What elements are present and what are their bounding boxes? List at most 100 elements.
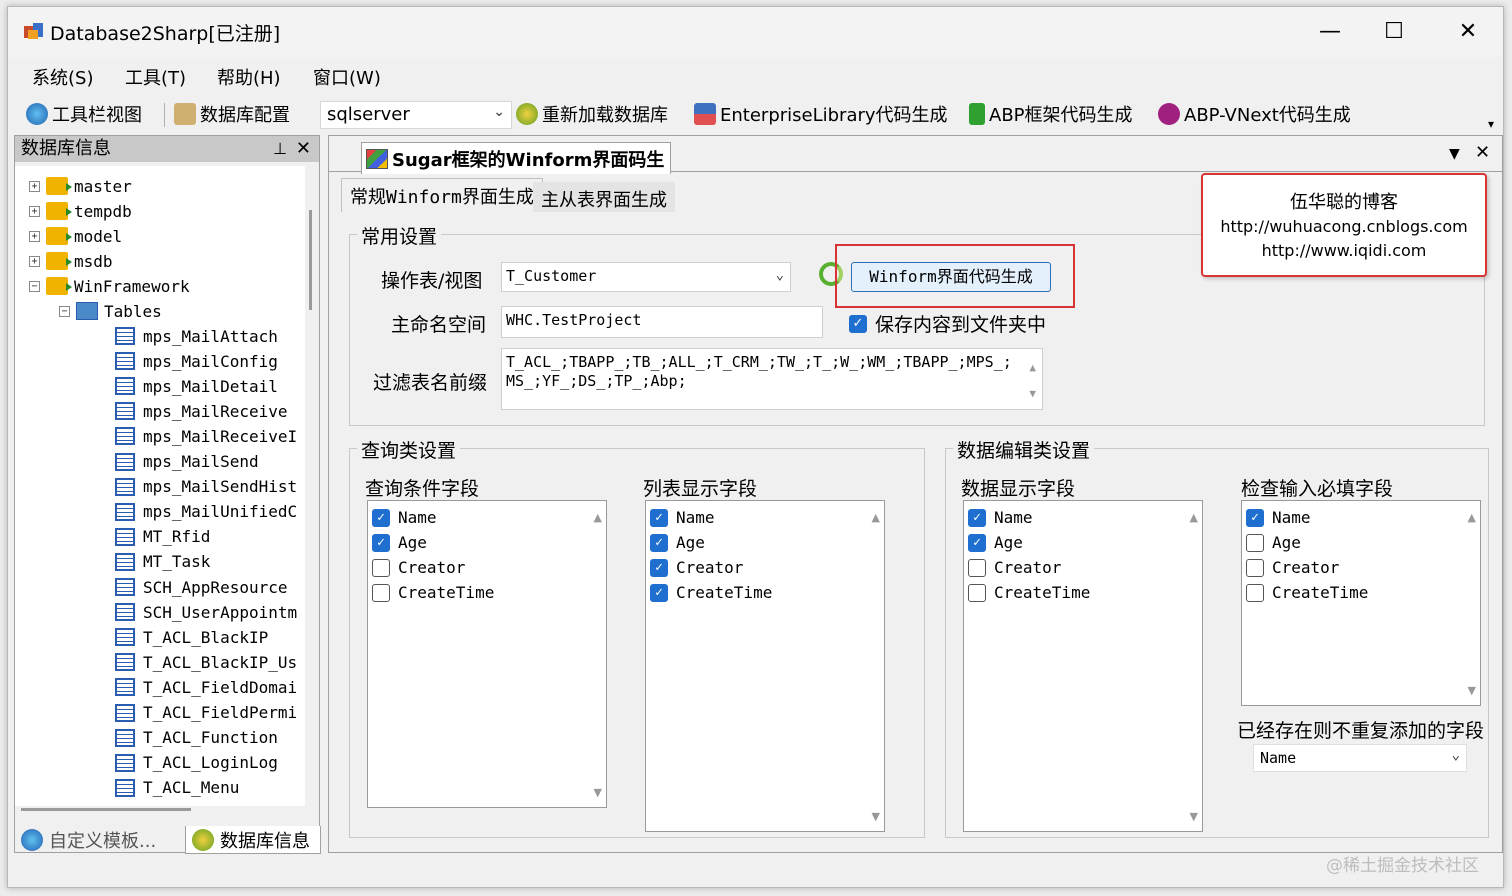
maximize-button[interactable]: ☐ bbox=[1374, 17, 1414, 47]
checkbox-checked-icon[interactable]: ✓ bbox=[650, 508, 668, 527]
db-tree[interactable]: + master + tempdb + model + msdb − WinFramewo… bbox=[15, 166, 305, 806]
field-checkbox-item[interactable]: ✓ Name bbox=[1246, 505, 1311, 530]
checkbox-unchecked-icon[interactable] bbox=[1246, 558, 1264, 577]
filter-prefix-textarea[interactable]: T_ACL_;TBAPP_;TB_;ALL_;T_CRM_;TW_;T_;W_;… bbox=[501, 348, 1043, 410]
tree-node-table[interactable]: SCH_UserAppointm bbox=[115, 600, 297, 624]
tree-node-db[interactable]: + msdb bbox=[29, 249, 113, 273]
reload-db-button[interactable]: 重新加载数据库 bbox=[516, 101, 668, 127]
scrollbar-thumb[interactable] bbox=[309, 210, 312, 310]
checkbox-unchecked-icon[interactable] bbox=[968, 558, 986, 577]
tree-node-table[interactable]: SCH_AppResource bbox=[115, 575, 288, 599]
tree-node-db[interactable]: + master bbox=[29, 174, 132, 198]
tree-node-db[interactable]: − WinFramework bbox=[29, 274, 190, 298]
tab-master-detail[interactable]: 主从表界面生成 bbox=[533, 182, 675, 212]
no-duplicate-select[interactable]: Name ⌄ bbox=[1253, 744, 1467, 772]
tree-node-table[interactable]: mps_MailReceive bbox=[115, 399, 288, 423]
checkbox-unchecked-icon[interactable] bbox=[372, 583, 390, 602]
checkbox-checked-icon[interactable]: ✓ bbox=[1246, 508, 1264, 527]
scroll-down-icon[interactable]: ▼ bbox=[594, 786, 602, 799]
condition-fields-list[interactable]: ▲ ▼ ✓ Name ✓ Age Creator CreateTime bbox=[367, 500, 607, 808]
checkbox-unchecked-icon[interactable] bbox=[372, 558, 390, 577]
close-document-icon[interactable]: ✕ bbox=[1475, 142, 1490, 163]
field-checkbox-item[interactable]: Creator bbox=[968, 555, 1061, 580]
tree-node-table[interactable]: mps_MailAttach bbox=[115, 324, 278, 348]
tree-horizontal-scrollbar[interactable] bbox=[21, 808, 191, 811]
field-checkbox-item[interactable]: CreateTime bbox=[1246, 580, 1368, 605]
textarea-scroll-icon[interactable]: ▲ ▼ bbox=[1029, 355, 1036, 407]
tab-normal-winform[interactable]: 常规Winform界面生成 bbox=[341, 178, 543, 212]
tree-node-table[interactable]: T_ACL_Function bbox=[115, 726, 278, 750]
save-to-folder-checkbox[interactable]: ✓ 保存内容到文件夹中 bbox=[849, 310, 1046, 337]
checkbox-checked-icon[interactable]: ✓ bbox=[372, 533, 390, 552]
tree-node-table[interactable]: mps_MailConfig bbox=[115, 349, 278, 373]
scroll-up-icon[interactable]: ▲ bbox=[872, 511, 880, 524]
scroll-up-icon[interactable]: ▲ bbox=[1190, 511, 1198, 524]
tree-node-table[interactable]: mps_MailDetail bbox=[115, 374, 278, 398]
menu-window[interactable]: 窗口(W) bbox=[313, 64, 381, 90]
menu-system[interactable]: 系统(S) bbox=[32, 64, 93, 90]
checkbox-checked-icon[interactable]: ✓ bbox=[968, 508, 986, 527]
tab-sugar-winform[interactable]: Sugar框架的Winform界面码生 bbox=[361, 142, 672, 174]
field-checkbox-item[interactable]: Creator bbox=[1246, 555, 1339, 580]
tab-list-dropdown-icon[interactable]: ▼ bbox=[1449, 146, 1460, 162]
display-fields-list[interactable]: ▲ ▼ ✓ Name ✓ Age Creator CreateTime bbox=[963, 500, 1203, 832]
tree-vertical-scrollbar[interactable] bbox=[305, 166, 317, 806]
scroll-down-icon[interactable]: ▼ bbox=[1468, 684, 1476, 697]
checkbox-unchecked-icon[interactable] bbox=[1246, 533, 1264, 552]
tree-node-table[interactable]: T_ACL_FieldDomai bbox=[115, 675, 297, 699]
close-panel-icon[interactable]: ✕ bbox=[296, 136, 311, 162]
scroll-up-icon[interactable]: ▲ bbox=[1468, 511, 1476, 524]
table-select[interactable]: T_Customer ⌄ bbox=[501, 262, 791, 292]
checkbox-checked-icon[interactable]: ✓ bbox=[650, 583, 668, 602]
field-checkbox-item[interactable]: ✓ Name bbox=[650, 505, 715, 530]
tree-node-db[interactable]: + tempdb bbox=[29, 199, 132, 223]
field-checkbox-item[interactable]: CreateTime bbox=[968, 580, 1090, 605]
tree-node-table[interactable]: T_ACL_FieldPermi bbox=[115, 701, 297, 725]
field-checkbox-item[interactable]: ✓ CreateTime bbox=[650, 580, 772, 605]
field-checkbox-item[interactable]: CreateTime bbox=[372, 580, 494, 605]
winform-generate-button[interactable]: Winform界面代码生成 bbox=[851, 262, 1051, 292]
tree-node-table[interactable]: T_ACL_Menu bbox=[115, 776, 239, 800]
field-checkbox-item[interactable]: ✓ Name bbox=[372, 505, 437, 530]
scroll-down-icon[interactable]: ▼ bbox=[1190, 810, 1198, 823]
toolbar-view-button[interactable]: 工具栏视图 bbox=[26, 101, 142, 127]
field-checkbox-item[interactable]: ✓ Creator bbox=[650, 555, 743, 580]
toolbar-overflow-icon[interactable]: ▾ bbox=[1488, 117, 1494, 131]
pin-icon[interactable]: ⊥ bbox=[273, 136, 287, 162]
list-fields-list[interactable]: ▲ ▼ ✓ Name ✓ Age ✓ Creator ✓ CreateTime bbox=[645, 500, 885, 832]
field-checkbox-item[interactable]: ✓ Age bbox=[968, 530, 1023, 555]
checkbox-unchecked-icon[interactable] bbox=[1246, 583, 1264, 602]
tree-node-table[interactable]: mps_MailSendHist bbox=[115, 475, 297, 499]
field-checkbox-item[interactable]: Creator bbox=[372, 555, 465, 580]
tree-node-table[interactable]: T_ACL_BlackIP_Us bbox=[115, 650, 297, 674]
abp-vnext-gen-button[interactable]: ABP-VNext代码生成 bbox=[1158, 101, 1351, 127]
scroll-down-icon[interactable]: ▼ bbox=[872, 810, 880, 823]
tree-node-table[interactable]: mps_MailSend bbox=[115, 450, 259, 474]
field-checkbox-item[interactable]: ✓ Age bbox=[372, 530, 427, 555]
tree-node-table[interactable]: mps_MailUnifiedC bbox=[115, 500, 297, 524]
checkbox-checked-icon[interactable]: ✓ bbox=[650, 558, 668, 577]
tree-node-table[interactable]: MT_Rfid bbox=[115, 525, 210, 549]
tree-node-table[interactable]: mps_MailReceiveI bbox=[115, 424, 297, 448]
close-button[interactable]: ✕ bbox=[1448, 17, 1488, 47]
menu-help[interactable]: 帮助(H) bbox=[217, 64, 281, 90]
tree-node-db[interactable]: + model bbox=[29, 224, 122, 248]
tree-node-table[interactable]: T_ACL_LoginLog bbox=[115, 751, 278, 775]
namespace-input[interactable]: WHC.TestProject bbox=[501, 306, 823, 338]
field-checkbox-item[interactable]: ✓ Name bbox=[968, 505, 1033, 530]
checkbox-checked-icon[interactable]: ✓ bbox=[372, 508, 390, 527]
checkbox-unchecked-icon[interactable] bbox=[968, 583, 986, 602]
tab-custom-template[interactable]: 自定义模板... bbox=[15, 826, 185, 854]
enterprise-lib-button[interactable]: EnterpriseLibrary代码生成 bbox=[694, 101, 948, 127]
db-type-select[interactable]: sqlserver ⌄ bbox=[320, 101, 512, 129]
tree-node-table[interactable]: T_ACL_BlackIP bbox=[115, 625, 268, 649]
field-checkbox-item[interactable]: Age bbox=[1246, 530, 1301, 555]
field-checkbox-item[interactable]: ✓ Age bbox=[650, 530, 705, 555]
checkbox-checked-icon[interactable]: ✓ bbox=[968, 533, 986, 552]
required-fields-list[interactable]: ▲ ▼ ✓ Name Age Creator CreateTime bbox=[1241, 500, 1481, 706]
tree-node-table[interactable]: MT_Task bbox=[115, 550, 210, 574]
checkbox-checked-icon[interactable]: ✓ bbox=[650, 533, 668, 552]
scroll-up-icon[interactable]: ▲ bbox=[594, 511, 602, 524]
minimize-button[interactable]: — bbox=[1310, 17, 1350, 47]
abp-gen-button[interactable]: ABP框架代码生成 bbox=[969, 101, 1133, 127]
